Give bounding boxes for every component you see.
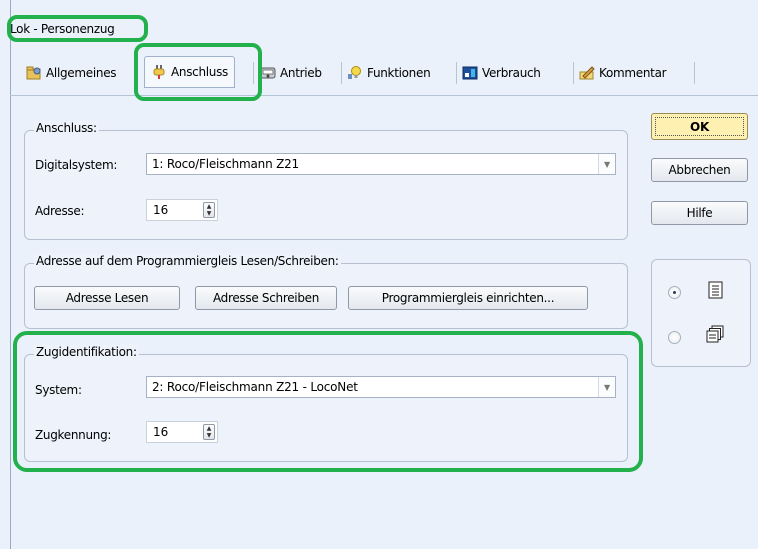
window-title: Lok - Personenzug <box>10 22 115 36</box>
tab-separator <box>341 62 342 84</box>
zugkennung-value: 16 <box>153 425 169 439</box>
tab-label: Kommentar <box>599 66 667 80</box>
tab-label: Allgemeines <box>46 66 117 80</box>
anschluss-group <box>24 130 628 240</box>
ok-button[interactable]: OK <box>651 113 748 140</box>
zugidentifikation-group <box>24 354 628 462</box>
stepper-buttons[interactable]: ▲ ▼ <box>203 424 215 440</box>
stepper-down-icon[interactable]: ▼ <box>207 210 212 217</box>
settings-folder-icon <box>26 66 41 80</box>
tab-separator <box>253 62 254 84</box>
function-bulb-icon <box>348 66 361 79</box>
stepper-up-icon[interactable]: ▲ <box>207 425 212 432</box>
tab-allgemeines[interactable]: Allgemeines <box>26 60 117 86</box>
tab-separator <box>456 62 457 84</box>
tab-separator <box>573 62 574 84</box>
system-select[interactable]: 2: Roco/Fleischmann Z21 - LocoNet ▼ <box>146 376 616 398</box>
adresse-stepper[interactable]: 16 ▲ ▼ <box>146 199 218 221</box>
adresse-lesen-button[interactable]: Adresse Lesen <box>34 286 180 310</box>
digitalsystem-label: Digitalsystem: <box>35 158 118 172</box>
adresse-schreiben-button[interactable]: Adresse Schreiben <box>195 286 337 310</box>
comment-pencil-icon <box>579 66 595 80</box>
chevron-down-icon[interactable]: ▼ <box>598 154 615 174</box>
anschluss-legend: Anschluss: <box>34 121 99 135</box>
view-multi-radio[interactable] <box>668 331 681 344</box>
programmiergleis-einrichten-button[interactable]: Programmiergleis einrichten... <box>348 286 588 310</box>
tab-bar: Allgemeines Anschluss Antrieb Funktionen… <box>10 52 758 96</box>
stepper-down-icon[interactable]: ▼ <box>207 432 212 439</box>
adresse-label: Adresse: <box>35 204 85 218</box>
tab-label: Verbrauch <box>482 66 541 80</box>
view-options-panel <box>651 259 751 367</box>
tab-antrieb[interactable]: Antrieb <box>260 60 322 86</box>
stepper-buttons[interactable]: ▲ ▼ <box>203 202 215 218</box>
tab-label: Antrieb <box>280 66 322 80</box>
zugidentifikation-legend: Zugidentifikation: <box>34 345 139 359</box>
tab-label: Funktionen <box>367 66 431 80</box>
focus-rect <box>655 117 744 136</box>
digitalsystem-select[interactable]: 1: Roco/Fleischmann Z21 ▼ <box>146 153 616 175</box>
tab-separator <box>694 62 695 84</box>
view-single-radio[interactable] <box>668 286 681 299</box>
help-button[interactable]: Hilfe <box>651 201 748 225</box>
tab-separator <box>137 62 138 84</box>
tab-underline <box>10 95 758 96</box>
single-page-icon <box>708 281 723 299</box>
motor-icon <box>260 67 276 79</box>
chevron-down-icon[interactable]: ▼ <box>598 377 615 397</box>
zugkennung-label: Zugkennung: <box>35 428 112 442</box>
cancel-button[interactable]: Abbrechen <box>651 158 748 182</box>
system-value: 2: Roco/Fleischmann Z21 - LocoNet <box>152 380 358 394</box>
programmiergleis-legend: Adresse auf dem Programmiergleis Lesen/S… <box>34 254 341 268</box>
dialog-window: Lok - Personenzug Allgemeines Anschluss <box>0 0 758 549</box>
consumption-icon <box>462 66 478 80</box>
tab-verbrauch[interactable]: Verbrauch <box>462 60 541 86</box>
stepper-up-icon[interactable]: ▲ <box>207 203 212 210</box>
adresse-value: 16 <box>153 203 169 217</box>
system-label: System: <box>35 383 82 397</box>
multi-page-icon <box>706 325 724 343</box>
plug-icon <box>153 65 165 79</box>
tab-funktionen[interactable]: Funktionen <box>347 60 431 86</box>
digitalsystem-value: 1: Roco/Fleischmann Z21 <box>152 157 299 171</box>
zugkennung-stepper[interactable]: 16 ▲ ▼ <box>146 421 218 443</box>
tab-kommentar[interactable]: Kommentar <box>579 60 667 86</box>
tab-anschluss[interactable]: Anschluss <box>144 56 236 88</box>
tab-label: Anschluss <box>171 65 229 79</box>
